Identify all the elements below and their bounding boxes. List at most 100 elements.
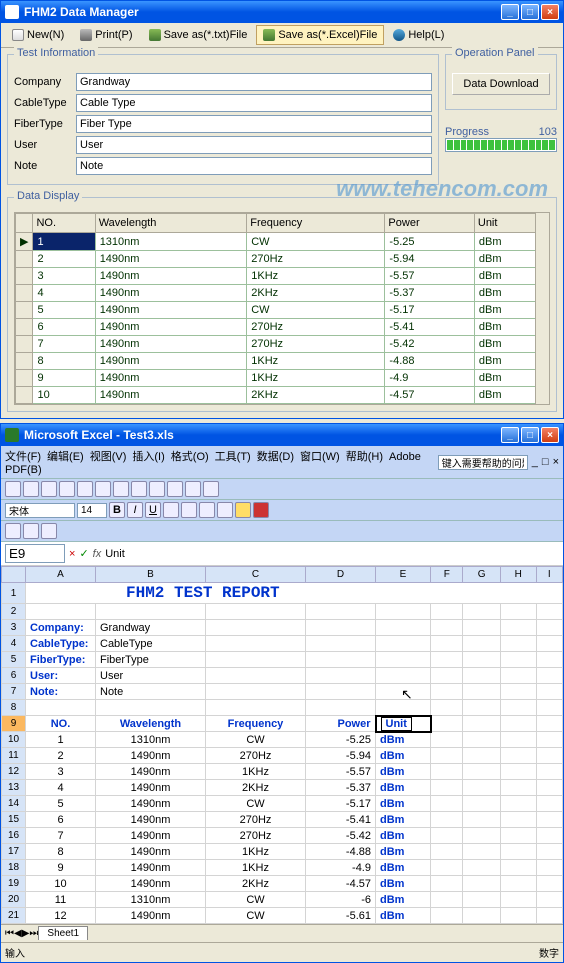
underline-icon[interactable]: U bbox=[145, 502, 161, 518]
data-table[interactable]: NO.WavelengthFrequencyPowerUnit ▶11310nm… bbox=[15, 213, 549, 404]
table-row[interactable]: 7Note:Note bbox=[2, 684, 563, 700]
sheet-tab[interactable]: Sheet1 bbox=[38, 926, 88, 940]
help-button[interactable]: Help(L) bbox=[386, 25, 451, 45]
table-row[interactable]: 1121490nm270Hz-5.94dBm bbox=[2, 748, 563, 764]
table-row[interactable]: 81490nm1KHz-4.88dBm bbox=[16, 353, 549, 370]
save-excel-button[interactable]: Save as(*.Excel)File bbox=[256, 25, 384, 45]
table-row[interactable]: 21121490nmCW-5.61dBm bbox=[2, 908, 563, 924]
table-row[interactable]: 41490nm2KHz-5.37dBm bbox=[16, 285, 549, 302]
menu-item[interactable]: 数据(D) bbox=[257, 451, 294, 463]
tab-last-icon[interactable]: ⏭ bbox=[29, 928, 38, 939]
table-row[interactable]: 1341490nm2KHz-5.37dBm bbox=[2, 780, 563, 796]
table-row[interactable]: 6User:User bbox=[2, 668, 563, 684]
column-header[interactable]: F bbox=[431, 567, 463, 583]
bold-icon[interactable]: B bbox=[109, 502, 125, 518]
column-header[interactable]: A bbox=[26, 567, 96, 583]
table-row[interactable]: 91490nm1KHz-4.9dBm bbox=[16, 370, 549, 387]
table-row[interactable]: 61490nm270Hz-5.41dBm bbox=[16, 319, 549, 336]
column-header[interactable]: NO. bbox=[33, 214, 95, 233]
data-header[interactable]: Power bbox=[306, 716, 376, 732]
tab-first-icon[interactable]: ⏮ bbox=[5, 928, 14, 939]
menu-item[interactable]: 工具(T) bbox=[215, 451, 251, 463]
table-row[interactable]: 1FHM2 TEST REPORT bbox=[2, 583, 563, 604]
maximize-button[interactable]: □ bbox=[521, 4, 539, 20]
menu-item[interactable]: 视图(V) bbox=[90, 451, 127, 463]
table-row[interactable]: 5FiberType:FiberType bbox=[2, 652, 563, 668]
column-header[interactable]: C bbox=[206, 567, 306, 583]
table-row[interactable]: 2 bbox=[2, 604, 563, 620]
open-icon[interactable] bbox=[23, 481, 39, 497]
align-right-icon[interactable] bbox=[199, 502, 215, 518]
menu-item[interactable]: 插入(I) bbox=[132, 451, 164, 463]
menu-item[interactable]: 格式(O) bbox=[171, 451, 209, 463]
table-row[interactable]: 19101490nm2KHz-4.57dBm bbox=[2, 876, 563, 892]
table-row[interactable]: 31490nm1KHz-5.57dBm bbox=[16, 268, 549, 285]
new-button[interactable]: New(N) bbox=[5, 25, 71, 45]
table-row[interactable]: 3Company:Grandway bbox=[2, 620, 563, 636]
column-header[interactable]: E bbox=[376, 567, 431, 583]
undo-icon[interactable] bbox=[131, 481, 147, 497]
titlebar[interactable]: Microsoft Excel - Test3.xls _ □ × bbox=[1, 424, 563, 446]
note-input[interactable] bbox=[76, 157, 432, 175]
save-txt-button[interactable]: Save as(*.txt)File bbox=[142, 25, 255, 45]
doc-max-icon[interactable]: □ bbox=[542, 456, 549, 468]
doc-min-icon[interactable]: _ bbox=[532, 456, 538, 468]
enter-icon[interactable]: ✓ bbox=[79, 547, 88, 560]
table-row[interactable]: 71490nm270Hz-5.42dBm bbox=[16, 336, 549, 353]
table-row[interactable]: 1561490nm270Hz-5.41dBm bbox=[2, 812, 563, 828]
menu-item[interactable]: 帮助(H) bbox=[346, 451, 383, 463]
font-name-select[interactable] bbox=[5, 503, 75, 518]
table-row[interactable]: 1781490nm1KHz-4.88dBm bbox=[2, 844, 563, 860]
data-header[interactable]: Wavelength bbox=[96, 716, 206, 732]
sheet-tabs[interactable]: ⏮ ◀ ▶ ⏭ Sheet1 bbox=[1, 924, 563, 942]
column-header[interactable]: D bbox=[306, 567, 376, 583]
tab-next-icon[interactable]: ▶ bbox=[22, 928, 30, 939]
pdf-icon[interactable] bbox=[5, 523, 21, 539]
fx-icon[interactable]: fx bbox=[93, 548, 102, 560]
fill-color-icon[interactable] bbox=[235, 502, 251, 518]
align-left-icon[interactable] bbox=[163, 502, 179, 518]
cancel-icon[interactable]: × bbox=[69, 548, 75, 560]
worksheet[interactable]: ↖ ABCDEFGHI 1FHM2 TEST REPORT23Company:G… bbox=[1, 566, 563, 924]
name-box[interactable] bbox=[5, 544, 65, 563]
table-row[interactable]: 1451490nmCW-5.17dBm bbox=[2, 796, 563, 812]
column-header[interactable]: H bbox=[500, 567, 536, 583]
menu-item[interactable]: 文件(F) bbox=[5, 451, 41, 463]
pdf-icon[interactable] bbox=[41, 523, 57, 539]
titlebar[interactable]: FHM2 Data Manager _ □ × bbox=[1, 1, 563, 23]
redo-icon[interactable] bbox=[149, 481, 165, 497]
align-center-icon[interactable] bbox=[181, 502, 197, 518]
close-button[interactable]: × bbox=[541, 427, 559, 443]
sort-desc-icon[interactable] bbox=[185, 481, 201, 497]
tab-prev-icon[interactable]: ◀ bbox=[14, 928, 22, 939]
print-button[interactable]: Print(P) bbox=[73, 25, 139, 45]
table-row[interactable]: 1671490nm270Hz-5.42dBm bbox=[2, 828, 563, 844]
cut-icon[interactable] bbox=[77, 481, 93, 497]
print-icon[interactable] bbox=[59, 481, 75, 497]
table-row[interactable]: 20111310nmCW-6dBm bbox=[2, 892, 563, 908]
paste-icon[interactable] bbox=[113, 481, 129, 497]
borders-icon[interactable] bbox=[217, 502, 233, 518]
column-header[interactable]: I bbox=[536, 567, 562, 583]
data-header[interactable]: NO. bbox=[26, 716, 96, 732]
column-header[interactable]: Wavelength bbox=[95, 214, 247, 233]
data-header[interactable]: Unit bbox=[376, 716, 431, 732]
column-header[interactable]: Power bbox=[385, 214, 474, 233]
table-row[interactable]: 4CableType:CableType bbox=[2, 636, 563, 652]
cabletype-input[interactable] bbox=[76, 94, 432, 112]
table-row[interactable]: 1011310nmCW-5.25dBm bbox=[2, 732, 563, 748]
menu-item[interactable]: 编辑(E) bbox=[47, 451, 84, 463]
formula-value[interactable]: Unit bbox=[105, 548, 559, 560]
column-header[interactable]: G bbox=[463, 567, 500, 583]
table-row[interactable]: 8 bbox=[2, 700, 563, 716]
table-row[interactable]: 9NO.WavelengthFrequencyPowerUnit bbox=[2, 716, 563, 732]
data-download-button[interactable]: Data Download bbox=[452, 73, 550, 95]
table-row[interactable]: ▶11310nmCW-5.25dBm bbox=[16, 233, 549, 251]
pdf-icon[interactable] bbox=[23, 523, 39, 539]
doc-close-icon[interactable]: × bbox=[553, 456, 559, 468]
fibertype-input[interactable] bbox=[76, 115, 432, 133]
help-search-input[interactable] bbox=[438, 455, 528, 470]
close-button[interactable]: × bbox=[541, 4, 559, 20]
italic-icon[interactable]: I bbox=[127, 502, 143, 518]
user-input[interactable] bbox=[76, 136, 432, 154]
